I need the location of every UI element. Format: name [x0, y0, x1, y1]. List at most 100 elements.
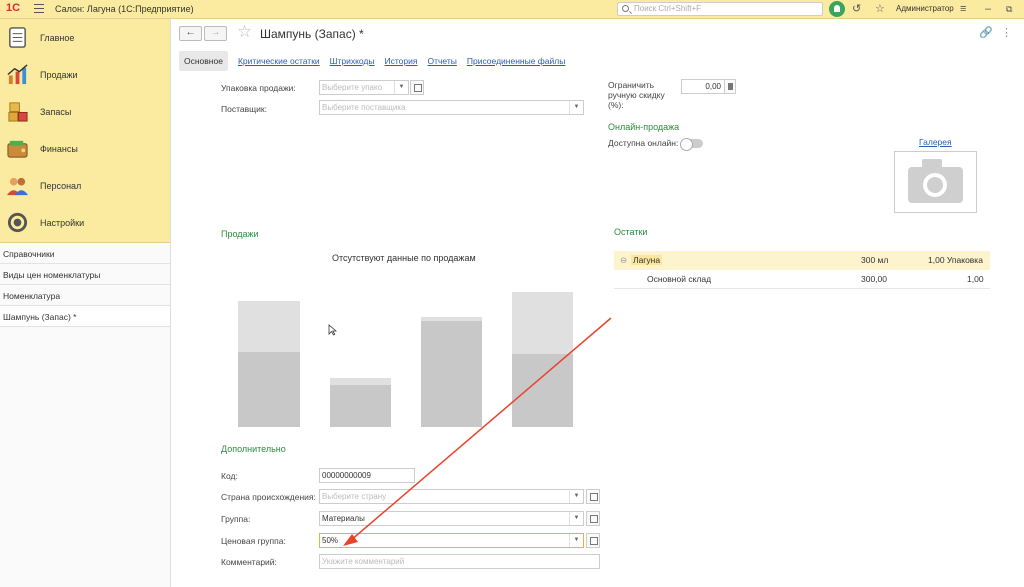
sidebar-item-label: Настройки [40, 217, 85, 228]
link-icon[interactable]: 🔗 [979, 26, 993, 39]
placeholder-bar [421, 321, 482, 427]
stock-row[interactable]: Основной склад 300,00 1,00 [614, 270, 990, 289]
sidebar-item-settings[interactable]: Настройки [0, 204, 170, 241]
app-logo: 1С [6, 2, 21, 14]
favorites-star-icon[interactable]: ☆ [875, 3, 885, 15]
package-field[interactable]: Выберите упако ▼ [319, 80, 409, 95]
sidebar-item-label: Персонал [40, 180, 82, 191]
favorite-star-icon[interactable]: ☆ [237, 22, 252, 42]
chart-icon [7, 64, 28, 85]
search-input[interactable]: Поиск Ctrl+Shift+F [617, 2, 823, 16]
collapse-icon[interactable]: ⊖ [620, 255, 627, 266]
placeholder-bar [330, 385, 391, 427]
price-group-value: 50% [322, 536, 339, 545]
more-options-icon[interactable]: ⋮ [1001, 26, 1012, 39]
search-placeholder: Поиск Ctrl+Shift+F [634, 4, 702, 13]
dropdown-arrow-icon[interactable]: ▼ [569, 490, 583, 503]
tab-reports[interactable]: Отчеты [427, 56, 456, 66]
sidebar-item-label: Главное [40, 32, 75, 43]
sidebar-item-sales[interactable]: Продажи [0, 56, 170, 93]
group-field[interactable]: Материалы ▼ [319, 511, 584, 526]
sidebar-item-main[interactable]: Главное [0, 19, 170, 56]
discount-label-line2: ручную скидку [608, 90, 665, 100]
sidebar: Главное Продажи Запасы Финансы Персонал … [0, 19, 171, 587]
discount-label-line3: (%): [608, 100, 624, 110]
app-title: Салон: Лагуна (1С:Предприятие) [55, 4, 194, 14]
stock-qty: 300,00 [861, 274, 887, 284]
placeholder-bar [238, 352, 300, 427]
user-name[interactable]: Администратор [896, 4, 954, 13]
calculator-icon[interactable] [724, 79, 736, 94]
code-field[interactable]: 00000000009 [319, 468, 415, 483]
minimize-icon[interactable]: – [985, 3, 991, 15]
tab-main[interactable]: Основное [179, 51, 228, 71]
dropdown-arrow-icon[interactable]: ▼ [569, 534, 583, 547]
stock-pack: 1,00 Упаковка [928, 255, 983, 265]
country-label: Страна происхождения: [221, 492, 316, 502]
open-window-item[interactable]: Справочники [0, 243, 170, 264]
discount-field[interactable]: 0,00 [681, 79, 725, 94]
sidebar-item-stock[interactable]: Запасы [0, 93, 170, 130]
notifications-icon[interactable] [829, 1, 845, 17]
placeholder-bar-top [330, 378, 391, 385]
stock-row-group[interactable]: ⊖ Лагуна 300 мл 1,00 Упаковка [614, 251, 990, 270]
gallery-link[interactable]: Галерея [919, 137, 952, 147]
sales-empty-message: Отсутствуют данные по продажам [332, 253, 476, 263]
sidebar-item-finance[interactable]: Финансы [0, 130, 170, 167]
tab-attached-files[interactable]: Присоединенные файлы [467, 56, 565, 66]
country-placeholder: Выберите страну [322, 492, 387, 501]
camera-icon [908, 159, 963, 203]
group-value: Материалы [322, 514, 365, 523]
open-icon[interactable] [586, 489, 600, 504]
stock-qty: 300 мл [861, 255, 889, 265]
comment-field[interactable]: Укажите комментарий [319, 554, 600, 569]
list-icon [9, 27, 26, 48]
dropdown-arrow-icon[interactable]: ▼ [569, 101, 583, 114]
supplier-label: Поставщик: [221, 104, 267, 114]
tab-history[interactable]: История [385, 56, 418, 66]
open-icon[interactable] [410, 80, 424, 95]
dropdown-arrow-icon[interactable]: ▼ [394, 81, 408, 94]
settings-icon[interactable]: ≡ [960, 3, 966, 15]
stock-pack: 1,00 [967, 274, 984, 284]
comment-placeholder: Укажите комментарий [322, 557, 405, 566]
back-button[interactable]: ← [179, 26, 202, 41]
country-field[interactable]: Выберите страну ▼ [319, 489, 584, 504]
sections-panel: Главное Продажи Запасы Финансы Персонал … [0, 19, 170, 243]
history-icon[interactable]: ↺ [852, 3, 861, 15]
form-area: ← → ☆ Шампунь (Запас) * 🔗 ⋮ Основное Кри… [171, 19, 1024, 587]
price-group-label: Ценовая группа: [221, 536, 286, 546]
menu-icon[interactable] [34, 4, 44, 13]
photo-placeholder[interactable] [894, 151, 977, 213]
extra-section-title: Дополнительно [221, 444, 286, 454]
open-window-item[interactable]: Номенклатура [0, 285, 170, 306]
placeholder-bar-top [238, 301, 300, 352]
tab-barcodes[interactable]: Штрихкоды [330, 56, 375, 66]
boxes-icon [8, 102, 28, 122]
mouse-cursor-icon [328, 324, 337, 336]
form-title: Шампунь (Запас) * [260, 27, 364, 41]
restore-icon[interactable]: ⧉ [1006, 3, 1012, 15]
wallet-icon [7, 140, 28, 158]
forward-button[interactable]: → [204, 26, 227, 41]
supplier-field[interactable]: Выберите поставщика ▼ [319, 100, 584, 115]
open-icon[interactable] [586, 533, 600, 548]
open-window-item[interactable]: Виды цен номенклатуры [0, 264, 170, 285]
gear-icon [7, 212, 28, 233]
tab-critical-stock[interactable]: Критические остатки [238, 56, 320, 66]
dropdown-arrow-icon[interactable]: ▼ [569, 512, 583, 525]
placeholder-bar [512, 354, 573, 427]
supplier-placeholder: Выберите поставщика [322, 103, 406, 112]
discount-label: Ограничить [608, 80, 655, 90]
online-toggle[interactable] [680, 138, 703, 151]
stock-name: Лагуна [631, 255, 663, 265]
online-label: Доступна онлайн: [608, 138, 679, 148]
price-group-field[interactable]: 50% ▼ [319, 533, 584, 548]
sidebar-item-staff[interactable]: Персонал [0, 167, 170, 204]
search-icon [622, 5, 629, 12]
placeholder-bar-top [512, 292, 573, 354]
sales-section-title: Продажи [221, 229, 259, 239]
open-icon[interactable] [586, 511, 600, 526]
open-window-item-active[interactable]: Шампунь (Запас) * [0, 306, 170, 327]
sidebar-item-label: Финансы [40, 143, 78, 154]
